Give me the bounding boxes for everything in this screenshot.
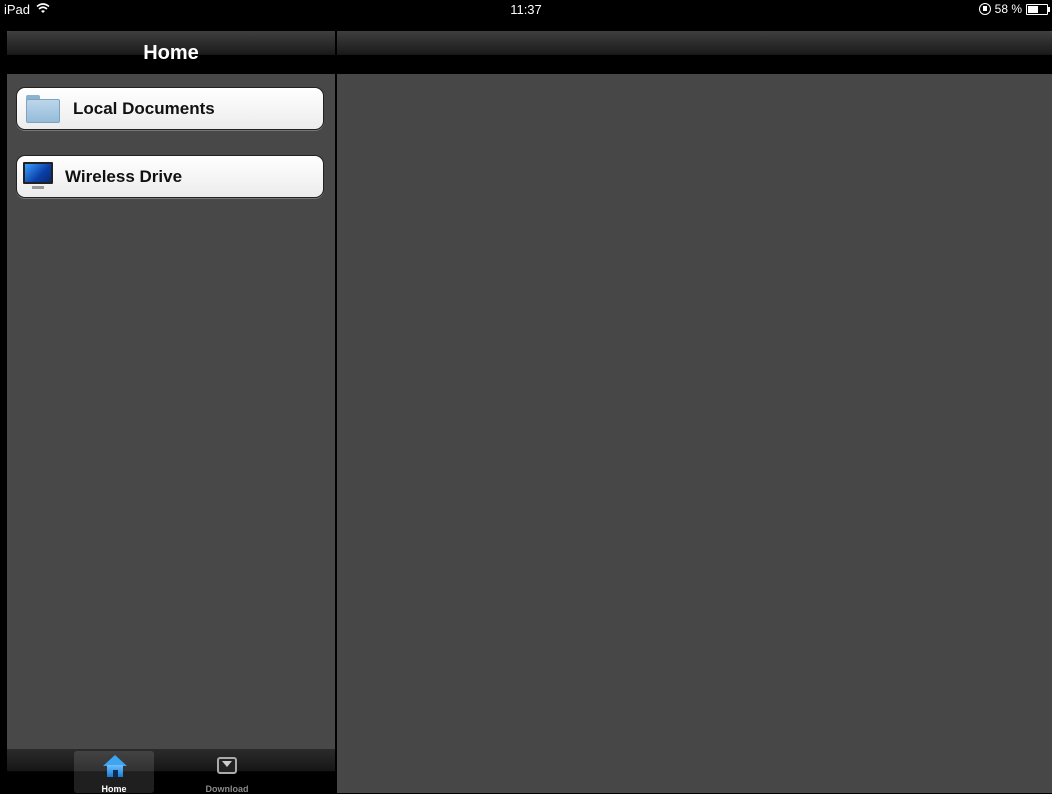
- page-title: Home: [143, 42, 199, 64]
- monitor-icon: [23, 161, 53, 192]
- cell-label: Local Documents: [73, 98, 215, 118]
- master-navigation-bar: Home: [7, 31, 335, 74]
- tab-home[interactable]: Home: [74, 751, 154, 794]
- local-documents-cell[interactable]: Local Documents: [16, 87, 324, 130]
- cell-label: Wireless Drive: [65, 166, 183, 186]
- status-time: 11:37: [510, 2, 542, 17]
- detail-navigation-bar: [337, 31, 1052, 74]
- tab-download[interactable]: Download: [187, 751, 267, 794]
- orientation-lock-icon: [978, 3, 991, 15]
- status-bar: iPad 11:37 58 %: [0, 0, 1052, 21]
- status-right: 58 %: [978, 2, 1050, 16]
- download-icon: [216, 755, 240, 777]
- detail-pane: [337, 31, 1052, 793]
- battery-percent: 58 %: [994, 2, 1022, 16]
- tab-bar: Home Download: [7, 749, 335, 794]
- folder-icon: [26, 94, 60, 123]
- wireless-drive-cell[interactable]: Wireless Drive: [16, 155, 324, 198]
- master-pane: Home Local Documents Wireless Drive Home…: [7, 31, 335, 794]
- home-icon: [103, 755, 127, 777]
- battery-icon: [1026, 3, 1050, 15]
